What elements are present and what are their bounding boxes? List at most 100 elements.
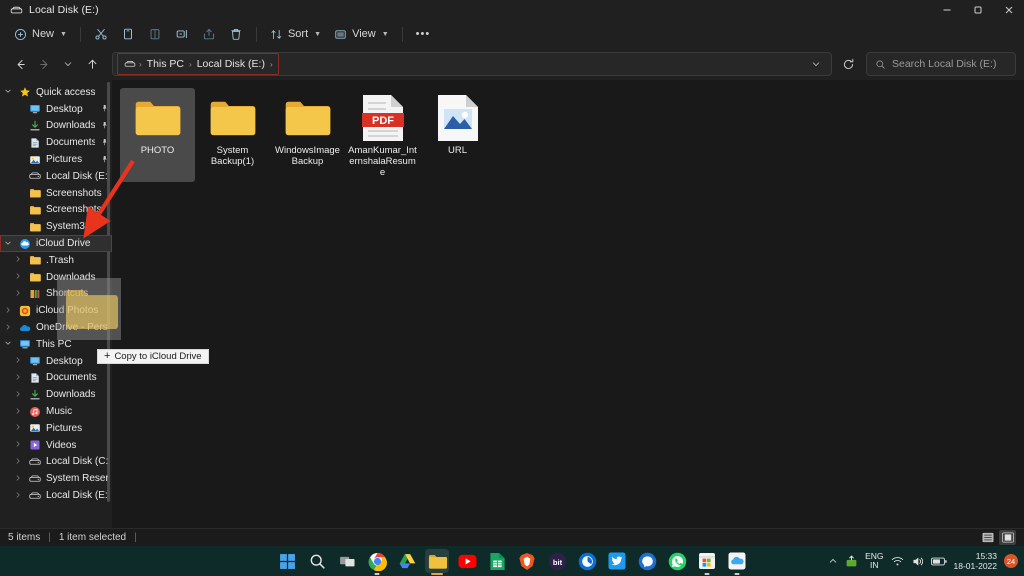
- sidebar-item-local-disk-e[interactable]: Local Disk (E:): [0, 487, 112, 504]
- volume-icon[interactable]: [911, 555, 924, 568]
- delete-button[interactable]: [223, 23, 249, 45]
- breadcrumb-item-local-disk-e[interactable]: Local Disk (E:): [193, 58, 269, 70]
- chevron-right-icon[interactable]: [2, 306, 13, 316]
- forward-button[interactable]: [32, 52, 56, 76]
- chevron-right-icon[interactable]: [12, 491, 23, 501]
- wifi-icon[interactable]: [891, 555, 904, 568]
- taskbar-item-twitter[interactable]: [605, 549, 629, 573]
- taskbar-item-messenger[interactable]: [635, 549, 659, 573]
- taskbar-item-whatsapp[interactable]: [665, 549, 689, 573]
- taskbar-item-cortana[interactable]: [575, 549, 599, 573]
- taskbar-item-bitly[interactable]: bit: [545, 549, 569, 573]
- pin-icon[interactable]: [98, 120, 111, 133]
- window-titlebar[interactable]: Local Disk (E:): [0, 0, 1024, 20]
- sidebar-item-screenshots[interactable]: Screenshots: [0, 202, 112, 219]
- chevron-right-icon[interactable]: [12, 423, 23, 433]
- sidebar-item-icloud-drive[interactable]: iCloud Drive: [0, 235, 112, 252]
- breadcrumb[interactable]: › This PC › Local Disk (E:) ›: [117, 53, 279, 75]
- maximize-button[interactable]: [962, 0, 993, 20]
- tray-overflow-icon[interactable]: [828, 556, 838, 566]
- sidebar-item-screenshots[interactable]: Screenshots: [0, 185, 112, 202]
- navigation-pane[interactable]: Quick accessDesktopDownloadsDocumentsPic…: [0, 80, 112, 528]
- taskbar-item-search-button[interactable]: [305, 549, 329, 573]
- file-item[interactable]: System Backup(1): [195, 88, 270, 182]
- taskbar-item-brave[interactable]: [515, 549, 539, 573]
- address-bar[interactable]: › This PC › Local Disk (E:) ›: [112, 52, 832, 76]
- file-item[interactable]: WindowsImageBackup: [270, 88, 345, 182]
- taskbar-item-chrome[interactable]: [365, 549, 389, 573]
- chevron-right-icon[interactable]: [12, 289, 23, 299]
- chevron-down-icon[interactable]: [2, 339, 13, 349]
- chevron-right-icon[interactable]: [12, 373, 23, 383]
- file-item[interactable]: PHOTO: [120, 88, 195, 182]
- chevron-right-icon[interactable]: [12, 440, 23, 450]
- sidebar-item-this-pc[interactable]: This PC: [0, 336, 112, 353]
- share-button[interactable]: [196, 23, 222, 45]
- taskbar-item-microsoft-store[interactable]: [695, 549, 719, 573]
- sidebar-item-downloads[interactable]: Downloads: [0, 386, 112, 403]
- battery-icon[interactable]: [931, 556, 947, 567]
- rename-button[interactable]: [169, 23, 195, 45]
- sidebar-item-music[interactable]: Music: [0, 403, 112, 420]
- chevron-right-icon[interactable]: [12, 407, 23, 417]
- taskbar-item-icloud[interactable]: [725, 549, 749, 573]
- up-button[interactable]: [80, 52, 104, 76]
- chevron-right-icon[interactable]: [2, 323, 13, 333]
- sidebar-item-icloud-photos[interactable]: iCloud Photos: [0, 302, 112, 319]
- recent-locations-button[interactable]: [56, 52, 80, 76]
- taskbar-item-google-sheets[interactable]: [485, 549, 509, 573]
- file-item[interactable]: URL: [420, 88, 495, 182]
- minimize-button[interactable]: [931, 0, 962, 20]
- pin-icon[interactable]: [98, 153, 111, 166]
- chevron-right-icon[interactable]: [12, 457, 23, 467]
- large-icons-view-button[interactable]: [999, 530, 1016, 545]
- sidebar-item-pictures[interactable]: Pictures: [0, 151, 112, 168]
- sidebar-item-documents[interactable]: Documents: [0, 134, 112, 151]
- chevron-down-icon[interactable]: [2, 87, 13, 97]
- notification-badge[interactable]: 24: [1004, 554, 1018, 568]
- search-input[interactable]: Search Local Disk (E:): [866, 52, 1016, 76]
- clock[interactable]: 15:33 18-01-2022: [954, 551, 997, 572]
- chevron-right-icon[interactable]: [12, 356, 23, 366]
- taskbar-item-start-button[interactable]: [275, 549, 299, 573]
- chevron-right-icon[interactable]: [12, 474, 23, 484]
- sidebar-item-onedrive-person[interactable]: OneDrive - Person: [0, 319, 112, 336]
- copy-button[interactable]: [115, 23, 141, 45]
- taskbar-item-youtube[interactable]: [455, 549, 479, 573]
- details-view-button[interactable]: [979, 530, 996, 545]
- taskbar-item-google-drive[interactable]: [395, 549, 419, 573]
- sidebar-item-downloads[interactable]: Downloads: [0, 269, 112, 286]
- sidebar-item-shortcuts[interactable]: Shortcuts: [0, 286, 112, 303]
- sidebar-item-local-disk-c[interactable]: Local Disk (C:): [0, 454, 112, 471]
- taskbar-item-task-view-button[interactable]: [335, 549, 359, 573]
- sidebar-item-quick-access[interactable]: Quick access: [0, 84, 112, 101]
- sidebar-item-desktop[interactable]: Desktop: [0, 353, 112, 370]
- cut-button[interactable]: [88, 23, 114, 45]
- view-button[interactable]: View ▼: [328, 23, 395, 45]
- chevron-right-icon[interactable]: [12, 390, 23, 400]
- sidebar-item-desktop[interactable]: Desktop: [0, 101, 112, 118]
- address-dropdown-button[interactable]: [805, 53, 827, 75]
- sidebar-item-system32[interactable]: System32: [0, 218, 112, 235]
- sidebar-item-videos[interactable]: Videos: [0, 437, 112, 454]
- file-list-pane[interactable]: PHOTOSystem Backup(1)WindowsImageBackupP…: [112, 80, 1024, 528]
- taskbar-item-file-explorer[interactable]: [425, 549, 449, 573]
- sidebar-item-local-disk-e[interactable]: Local Disk (E:): [0, 168, 112, 185]
- breadcrumb-item-this-pc[interactable]: This PC: [143, 58, 188, 70]
- chevron-right-icon[interactable]: [12, 255, 23, 265]
- sidebar-item-documents[interactable]: Documents: [0, 370, 112, 387]
- language-indicator[interactable]: ENG IN: [865, 552, 883, 571]
- pin-icon[interactable]: [98, 103, 111, 116]
- pin-icon[interactable]: [98, 136, 111, 149]
- more-options-button[interactable]: •••: [410, 23, 437, 45]
- file-item[interactable]: PDFAmanKumar_InternshalaResume: [345, 88, 420, 182]
- sidebar-item-trash[interactable]: .Trash: [0, 252, 112, 269]
- sidebar-item-pictures[interactable]: Pictures: [0, 420, 112, 437]
- sidebar-item-downloads[interactable]: Downloads: [0, 118, 112, 135]
- chevron-down-icon[interactable]: [2, 239, 13, 249]
- sort-button[interactable]: Sort ▼: [264, 23, 327, 45]
- safely-remove-icon[interactable]: [845, 555, 858, 568]
- refresh-button[interactable]: [836, 52, 860, 76]
- paste-button[interactable]: [142, 23, 168, 45]
- chevron-right-icon[interactable]: [12, 272, 23, 282]
